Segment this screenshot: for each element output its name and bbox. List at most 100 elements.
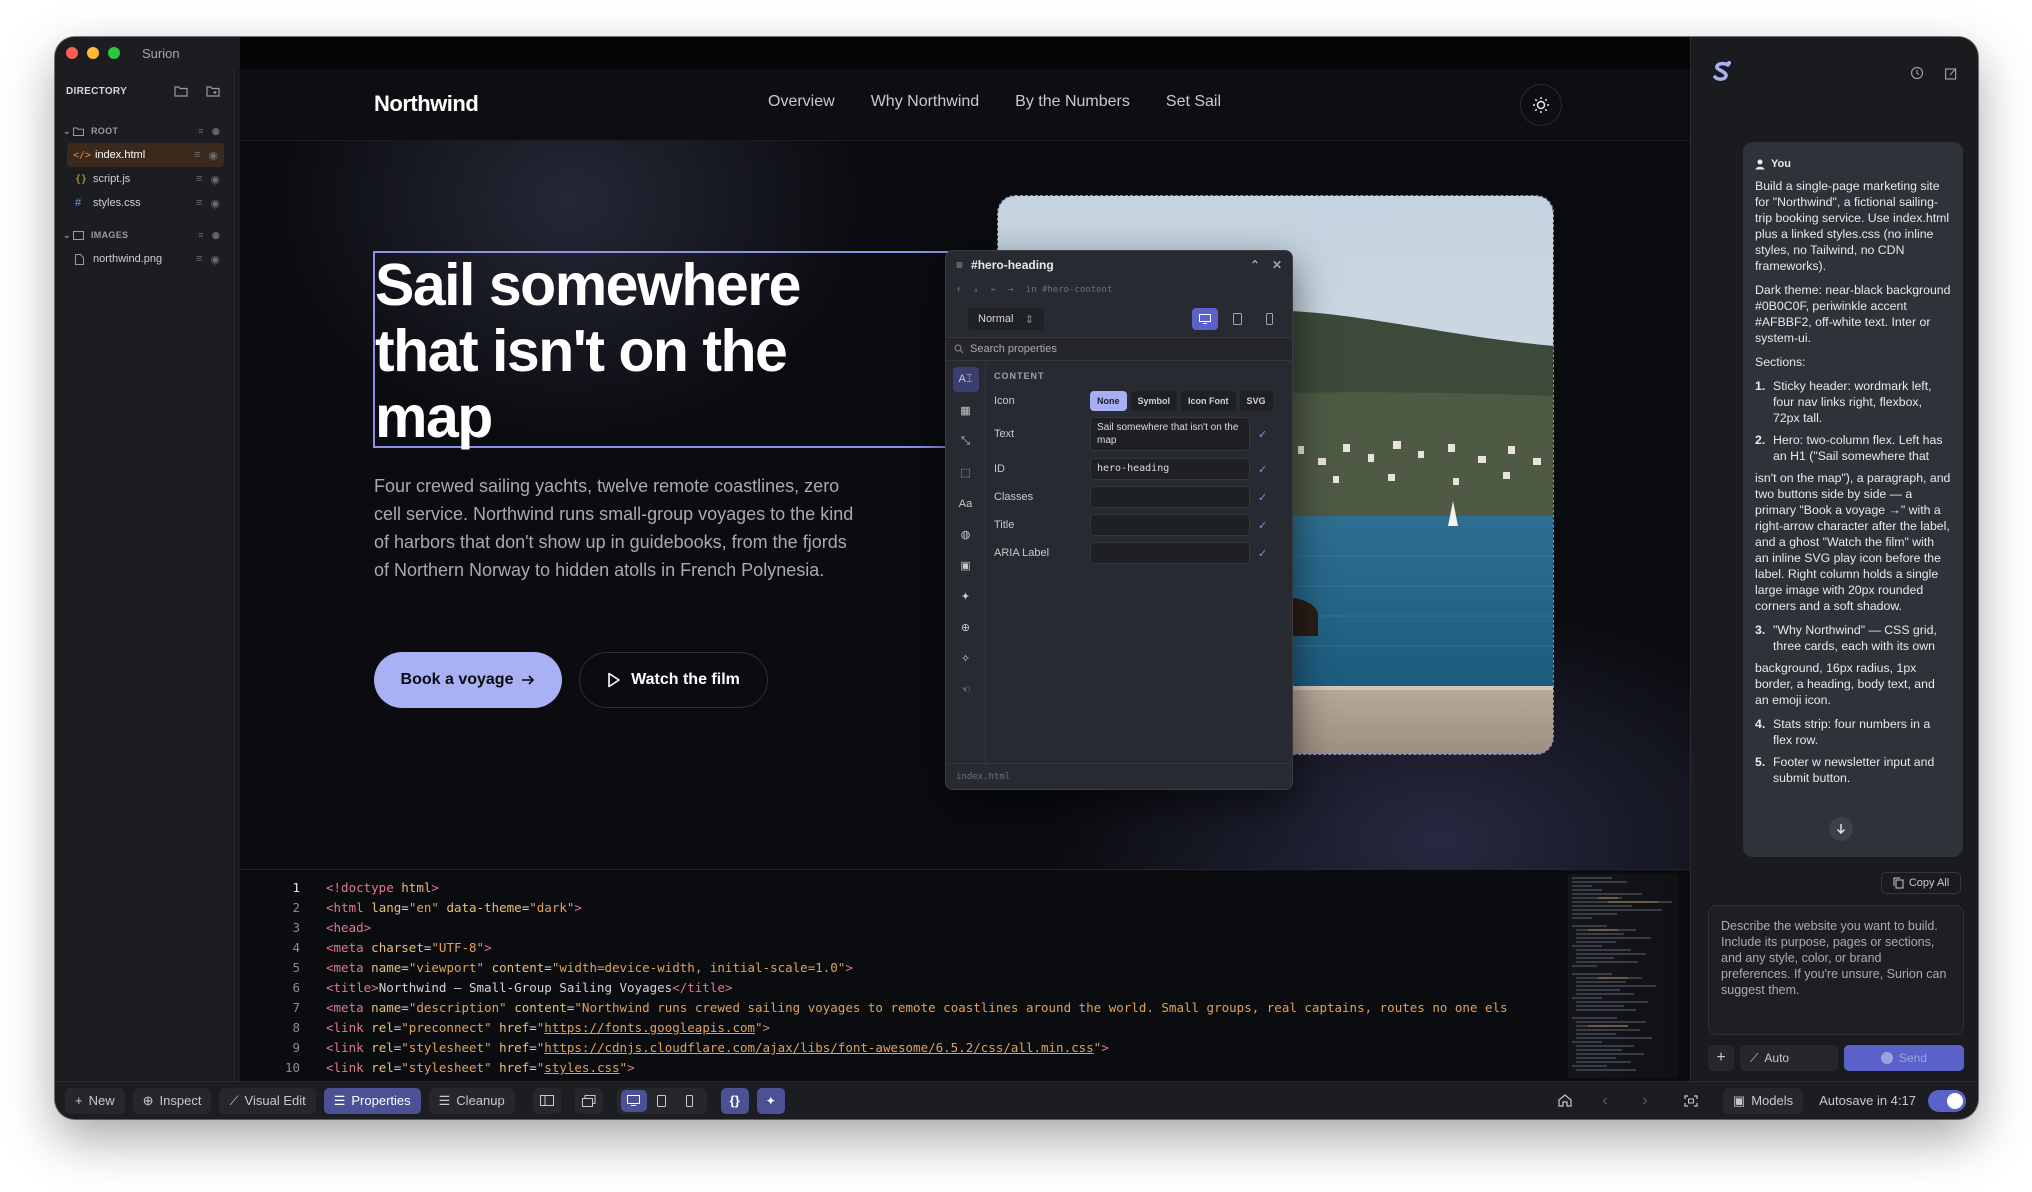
drag-handle-icon[interactable]: ≡ xyxy=(196,173,202,186)
typography-tab[interactable]: Aa xyxy=(953,491,979,516)
close-icon[interactable]: ✕ xyxy=(1272,258,1282,272)
eye-icon[interactable]: ◉ xyxy=(212,230,220,241)
back-button[interactable]: ‹ xyxy=(1591,1088,1619,1114)
file-item-script-js[interactable]: {} script.js ≡ ◉ xyxy=(55,167,234,191)
check-icon[interactable]: ✓ xyxy=(1258,463,1278,476)
animation-tab[interactable]: ✧ xyxy=(953,646,979,671)
history-button[interactable] xyxy=(1904,60,1930,86)
eye-icon[interactable]: ◉ xyxy=(210,253,220,266)
icon-font-option[interactable]: Icon Font xyxy=(1181,391,1236,411)
forward-button[interactable]: › xyxy=(1631,1088,1659,1114)
cleanup-button[interactable]: ☰ Cleanup xyxy=(428,1087,515,1114)
folder-images[interactable]: ⌄ IMAGES ≡ ◉ xyxy=(55,223,234,247)
effects-tab[interactable]: ✦ xyxy=(953,584,979,609)
split-view-button[interactable] xyxy=(532,1087,561,1114)
classes-field[interactable] xyxy=(1090,486,1250,508)
icon-none-option[interactable]: None xyxy=(1090,391,1127,411)
tablet-breakpoint-button[interactable] xyxy=(1224,308,1250,330)
theme-toggle-button[interactable] xyxy=(1520,84,1562,126)
mobile-view-button[interactable] xyxy=(677,1090,703,1112)
nav-link-why-northwind[interactable]: Why Northwind xyxy=(871,93,979,111)
code-view-button[interactable]: {} xyxy=(720,1087,749,1114)
mobile-breakpoint-button[interactable] xyxy=(1256,308,1282,330)
check-icon[interactable]: ✓ xyxy=(1258,491,1278,504)
content-tab[interactable]: A⌶ xyxy=(952,367,979,392)
zoom-window-button[interactable] xyxy=(108,47,120,59)
nav-link-set-sail[interactable]: Set Sail xyxy=(1166,93,1221,111)
copy-all-button[interactable]: Copy All xyxy=(1881,872,1961,894)
nav-link-by-the-numbers[interactable]: By the Numbers xyxy=(1015,93,1130,111)
eye-icon[interactable]: ◉ xyxy=(210,197,220,210)
icon-symbol-option[interactable]: Symbol xyxy=(1130,391,1178,411)
send-button[interactable]: Send xyxy=(1844,1045,1964,1071)
layers-button[interactable] xyxy=(574,1087,603,1114)
code-minimap[interactable] xyxy=(1568,874,1678,1078)
code-editor[interactable]: 1 2 3 4 5 6 7 8 9 10 11 <!doctype html> … xyxy=(240,869,1690,1095)
arrow-right-icon[interactable]: → xyxy=(1008,285,1013,295)
interaction-tab[interactable]: ☜ xyxy=(953,677,979,702)
icon-svg-option[interactable]: SVG xyxy=(1239,391,1273,411)
new-file-button[interactable] xyxy=(202,80,224,102)
color-tab[interactable]: ◍ xyxy=(953,522,979,547)
arrow-down-icon[interactable]: ↓ xyxy=(973,285,978,295)
models-button[interactable]: ▣ Models xyxy=(1722,1087,1804,1114)
nav-link-overview[interactable]: Overview xyxy=(768,93,835,111)
ai-assist-button[interactable]: ✦ xyxy=(756,1087,785,1114)
visual-edit-button[interactable]: ⟋ Visual Edit xyxy=(219,1087,316,1114)
property-search[interactable]: Search properties xyxy=(946,337,1292,361)
file-item-styles-css[interactable]: # styles.css ≡ ◉ xyxy=(55,191,234,215)
eye-icon[interactable]: ◉ xyxy=(208,149,218,162)
screenshot-button[interactable] xyxy=(1677,1088,1705,1114)
drag-handle-icon[interactable]: ≡ xyxy=(956,258,963,272)
check-icon[interactable]: ✓ xyxy=(1258,428,1278,441)
scroll-to-bottom-button[interactable] xyxy=(1829,817,1853,841)
desktop-breakpoint-button[interactable] xyxy=(1192,308,1218,330)
check-icon[interactable]: ✓ xyxy=(1258,519,1278,532)
border-tab[interactable]: ▣ xyxy=(953,553,979,578)
minimize-window-button[interactable] xyxy=(87,47,99,59)
close-window-button[interactable] xyxy=(66,47,78,59)
text-field[interactable]: Sail somewhere that isn't on the map xyxy=(1090,417,1250,451)
collapse-icon[interactable]: ⌃ xyxy=(1250,258,1260,272)
arrow-up-icon[interactable]: ↑ xyxy=(956,285,961,295)
size-tab[interactable]: ⤡ xyxy=(953,429,979,454)
breadcrumb-parent[interactable]: in #hero-content xyxy=(1026,285,1113,295)
state-select[interactable]: Normal ⇕ xyxy=(968,308,1044,330)
model-mode-select[interactable]: ⟋ Auto xyxy=(1740,1045,1838,1071)
drag-handle-icon[interactable]: ≡ xyxy=(198,126,204,137)
title-field[interactable] xyxy=(1090,514,1250,536)
properties-button[interactable]: ☰ Properties xyxy=(323,1087,421,1114)
file-sidebar: DIRECTORY ⌄ ROOT ≡ ◉ </> index.html ≡ ◉ {}… xyxy=(55,69,235,1081)
new-folder-button[interactable] xyxy=(170,80,192,102)
new-chat-button[interactable] xyxy=(1938,60,1964,86)
position-tab[interactable]: ⊕ xyxy=(953,615,979,640)
file-item-northwind-png[interactable]: northwind.png ≡ ◉ xyxy=(55,247,234,271)
inspect-button[interactable]: ⊕ Inspect xyxy=(132,1087,212,1114)
id-field[interactable]: hero-heading xyxy=(1090,458,1250,480)
drag-handle-icon[interactable]: ≡ xyxy=(198,230,204,241)
book-voyage-button[interactable]: Book a voyage xyxy=(374,652,562,708)
eye-icon[interactable]: ◉ xyxy=(212,126,220,137)
drag-handle-icon[interactable]: ≡ xyxy=(196,253,202,266)
watch-film-button[interactable]: Watch the film xyxy=(579,652,768,708)
section-list: 4. Stats strip: four numbers in a flex ro… xyxy=(1755,716,1951,786)
spacing-tab[interactable]: ⬚ xyxy=(953,460,979,485)
layout-tab[interactable]: ▦ xyxy=(953,398,979,423)
eye-icon[interactable]: ◉ xyxy=(210,173,220,186)
arrow-left-icon[interactable]: ← xyxy=(991,285,996,295)
folder-root[interactable]: ⌄ ROOT ≡ ◉ xyxy=(55,119,234,143)
home-button[interactable] xyxy=(1551,1088,1579,1114)
drag-handle-icon[interactable]: ≡ xyxy=(194,149,200,162)
wordmark[interactable]: Northwind xyxy=(374,91,479,117)
aria-label-field[interactable] xyxy=(1090,542,1250,564)
attach-button[interactable]: + xyxy=(1708,1045,1734,1071)
drag-handle-icon[interactable]: ≡ xyxy=(196,197,202,210)
file-item-index-html[interactable]: </> index.html ≡ ◉ xyxy=(67,143,224,167)
new-button[interactable]: + New xyxy=(65,1087,125,1114)
desktop-view-button[interactable] xyxy=(620,1089,647,1112)
hero-heading[interactable]: Sail somewhere that isn't on the map xyxy=(375,252,845,450)
prompt-input[interactable]: Describe the website you want to build. … xyxy=(1708,905,1964,1035)
check-icon[interactable]: ✓ xyxy=(1258,547,1278,560)
autosave-toggle[interactable] xyxy=(1928,1089,1966,1112)
tablet-view-button[interactable] xyxy=(649,1090,675,1112)
